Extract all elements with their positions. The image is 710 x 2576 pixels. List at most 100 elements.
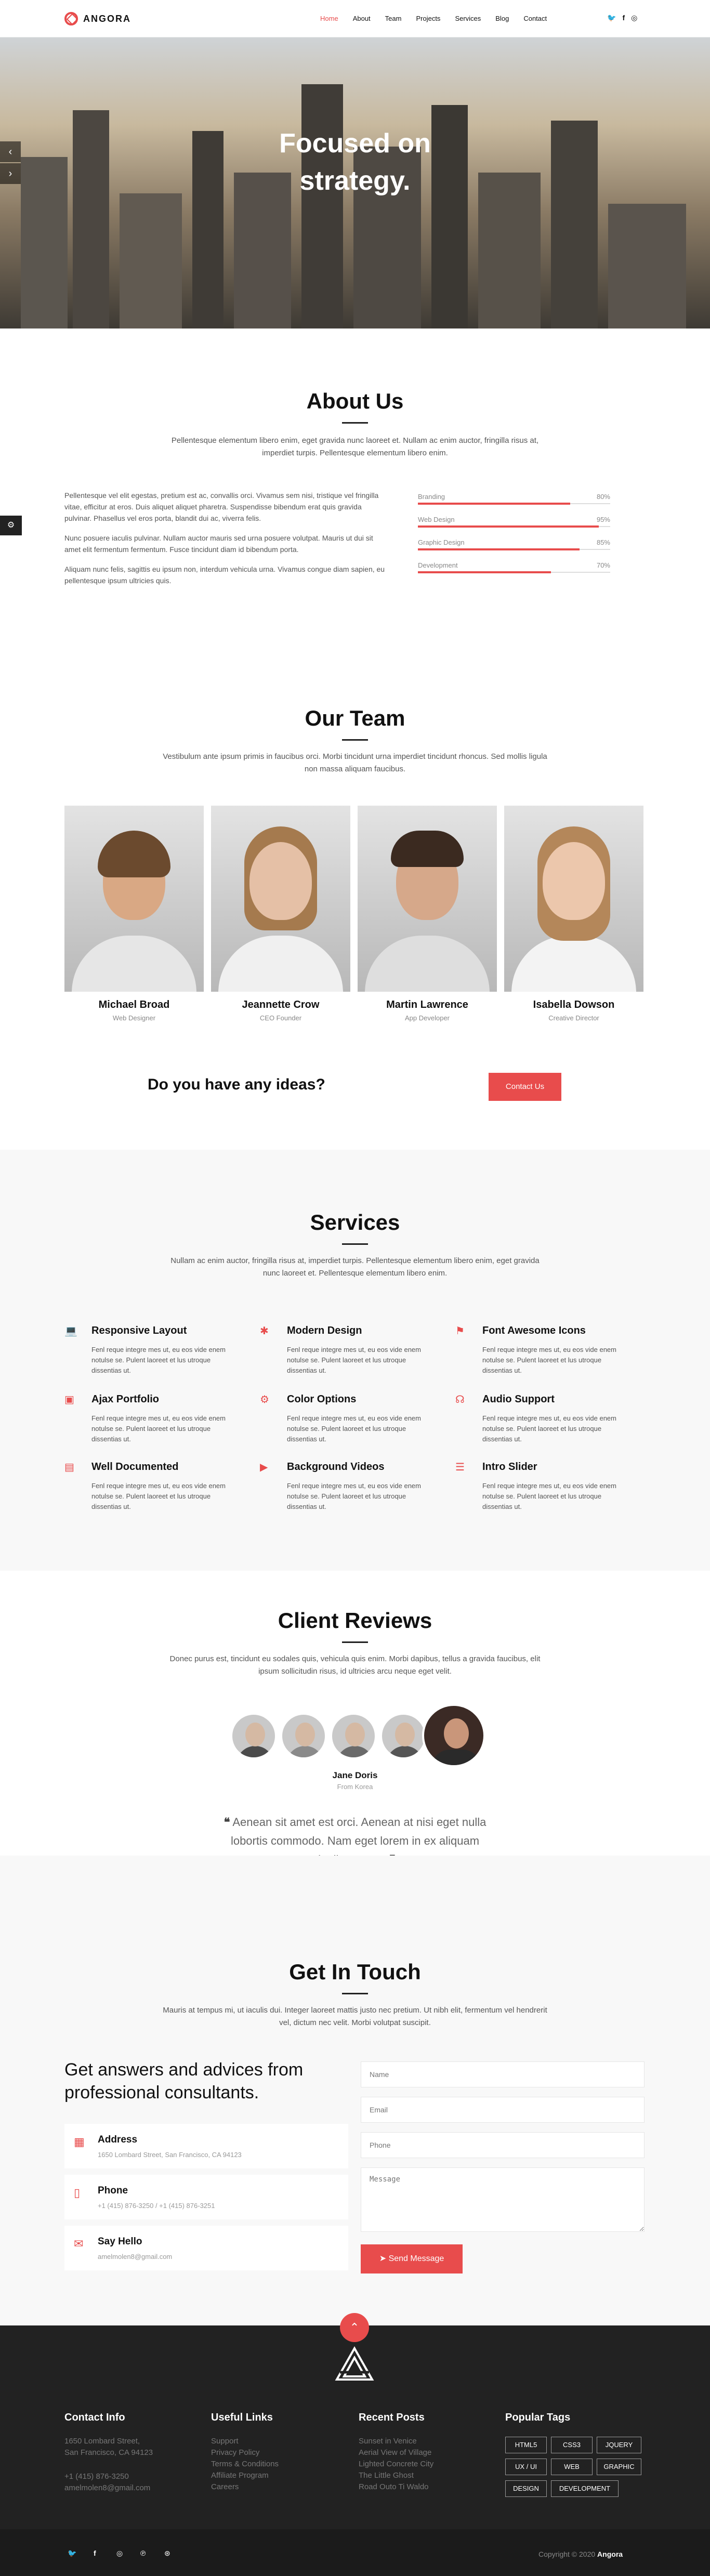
team-title-underline (342, 739, 368, 741)
instagram-icon[interactable]: ◎ (116, 2549, 123, 2558)
review-avatar-active[interactable] (422, 1704, 485, 1767)
facebook-icon[interactable]: f (622, 14, 625, 22)
about-paragraph: Aliquam nunc felis, sagittis eu ipsum no… (64, 565, 385, 585)
magic-icon: ✱ (260, 1325, 269, 1337)
service-item: ⚙ Color Options Fenl reque integre mes ut… (260, 1394, 421, 1443)
team-member-name: Michael Broad (98, 999, 170, 1010)
twitter-icon[interactable]: 🐦 (607, 14, 616, 22)
tag-button[interactable]: DESIGN (505, 2480, 547, 2497)
footer-link[interactable]: Support (211, 2437, 239, 2446)
nav-about[interactable]: About (353, 15, 371, 22)
footer-links-title: Useful Links (211, 2412, 273, 2423)
contact-headline: Get answers and advices from professiona… (64, 2060, 304, 2102)
scroll-to-top-button[interactable]: ⌃ (340, 2313, 369, 2342)
tag-button[interactable]: WEB (551, 2459, 593, 2475)
team-member-card[interactable]: Jeannette Crow CEO Founder (211, 806, 350, 1022)
reviewer-role: From Korea (337, 1783, 373, 1791)
review-avatar[interactable] (380, 1713, 426, 1759)
footer-post-link[interactable]: Road Outo Ti Waldo (359, 2482, 429, 2491)
nav-home[interactable]: Home (320, 15, 338, 22)
settings-gear-button[interactable]: ⚙ (0, 516, 22, 535)
about-title: About Us (306, 389, 404, 413)
nav-projects[interactable]: Projects (416, 15, 440, 22)
map-icon: ▦ (74, 2135, 85, 2148)
team-member-card[interactable]: Martin Lawrence App Developer (358, 806, 497, 1022)
contact-title: Get In Touch (289, 1960, 421, 1984)
copyright-text: Copyright © 2020 Angora (538, 2550, 623, 2558)
name-input[interactable] (361, 2061, 645, 2087)
tag-button[interactable]: HTML5 (505, 2437, 547, 2453)
brand-name: ANGORA (83, 13, 131, 24)
send-message-button[interactable]: ➤ Send Message (361, 2244, 463, 2273)
service-item: 💻 Responsive Layout Fenl reque integre me… (64, 1325, 226, 1374)
team-member-card[interactable]: Michael Broad Web Designer (64, 806, 204, 1022)
team-member-name: Jeannette Crow (242, 999, 320, 1010)
footer-link[interactable]: Terms & Conditions (211, 2460, 279, 2468)
tag-button[interactable]: CSS3 (551, 2437, 593, 2453)
message-input[interactable] (361, 2167, 645, 2232)
tag-button[interactable]: UX / UI (505, 2459, 547, 2475)
service-item: ⚑ Font Awesome Icons Fenl reque integre m… (455, 1325, 616, 1374)
nav-blog[interactable]: Blog (495, 15, 509, 22)
pinterest-icon[interactable]: ℗ (140, 2549, 146, 2557)
laptop-icon: 💻 (64, 1325, 77, 1337)
instagram-icon[interactable]: ◎ (631, 14, 637, 22)
team-subtitle: Vestibulum ante ipsum primis in faucibus… (163, 752, 547, 773)
flag-icon: ⚑ (455, 1325, 465, 1337)
tag-button[interactable]: DEVELOPMENT (551, 2480, 619, 2497)
slider-prev-button[interactable]: ‹ (0, 141, 21, 162)
footer-link[interactable]: Careers (211, 2482, 239, 2491)
contact-us-button[interactable]: Contact Us (489, 1073, 561, 1101)
hero-slider: Focused on strategy. ‹ › (0, 37, 710, 328)
footer-post-link[interactable]: Lighted Concrete City (359, 2460, 433, 2468)
review-avatar[interactable] (231, 1713, 277, 1759)
team-photo (504, 806, 643, 992)
nav-team[interactable]: Team (385, 15, 402, 22)
slider-next-button[interactable]: › (0, 163, 21, 184)
footer-contact-line: amelmolen8@gmail.com (64, 2483, 151, 2492)
sliders-icon: ☰ (455, 1462, 465, 1473)
logo-icon (64, 12, 78, 25)
hero-building (608, 204, 686, 328)
review-avatar[interactable] (281, 1713, 326, 1759)
team-photo (211, 806, 350, 992)
footer-post-link[interactable]: Sunset in Venice (359, 2437, 417, 2446)
tag-button[interactable]: JQUERY (597, 2437, 641, 2453)
contact-title-underline (342, 1993, 368, 1994)
brand-logo[interactable]: ANGORA (64, 12, 131, 25)
about-paragraph: Nunc posuere iaculis pulvinar. Nullam au… (64, 534, 373, 554)
team-member-role: App Developer (405, 1014, 450, 1022)
footer-contact-title: Contact Info (64, 2412, 125, 2423)
footer-link[interactable]: Affiliate Program (211, 2471, 269, 2480)
facebook-icon[interactable]: f (94, 2549, 96, 2557)
team-member-name: Martin Lawrence (386, 999, 468, 1010)
email-input[interactable] (361, 2097, 645, 2123)
footer-contact-line: San Francisco, CA 94123 (64, 2448, 153, 2457)
hero-building (301, 84, 343, 328)
skill-bar-web-design: Web Design 95% (418, 516, 610, 528)
footer-post-link[interactable]: Aerial View of Village (359, 2448, 431, 2457)
dribbble-icon[interactable]: ⊛ (164, 2549, 170, 2558)
services-title: Services (310, 1210, 400, 1234)
review-avatar[interactable] (331, 1713, 376, 1759)
nav-services[interactable]: Services (455, 15, 481, 22)
footer-post-link[interactable]: The Little Ghost (359, 2471, 414, 2480)
reviews-title-underline (342, 1641, 368, 1643)
phone-input[interactable] (361, 2132, 645, 2158)
tag-button[interactable]: GRAPHIC (597, 2459, 641, 2475)
skill-bar-branding: Branding 80% (418, 493, 610, 505)
about-paragraph: Pellentesque vel elit egestas, pretium e… (64, 491, 379, 522)
nav-contact[interactable]: Contact (523, 15, 547, 22)
gear-icon: ⚙ (260, 1394, 269, 1405)
team-member-role: Creative Director (548, 1014, 599, 1022)
skill-bar-graphic-design: Graphic Design 85% (418, 538, 610, 550)
contact-subtitle: Mauris at tempus mi, ut iaculis dui. Int… (163, 2006, 547, 2027)
team-member-card[interactable]: Isabella Dowson Creative Director (504, 806, 643, 1022)
twitter-icon[interactable]: 🐦 (68, 2549, 76, 2558)
footer-link[interactable]: Privacy Policy (211, 2448, 259, 2457)
id-card-icon: ▣ (64, 1394, 74, 1405)
chevron-up-icon: ⌃ (349, 2321, 360, 2334)
service-item: ▶ Background Videos Fenl reque integre me… (260, 1461, 421, 1510)
about-subtitle: Pellentesque elementum libero enim, eget… (171, 436, 539, 457)
contact-info-phone: ▯ Phone +1 (415) 876-3250 / +1 (415) 876… (64, 2175, 348, 2219)
